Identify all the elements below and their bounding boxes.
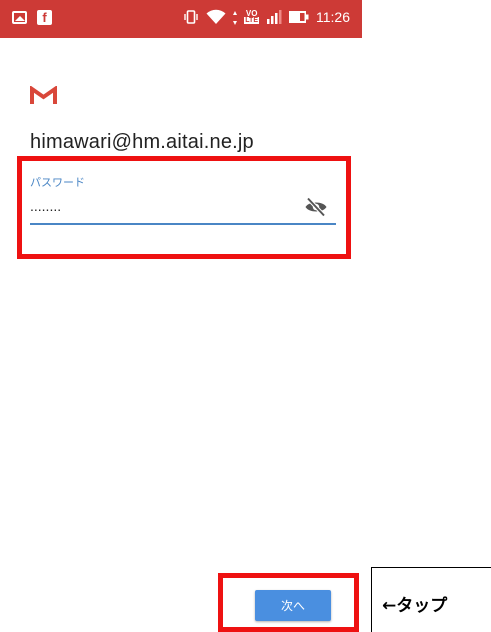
data-arrows-icon [233, 10, 238, 25]
status-bar: f VO LTE 11:26 [0, 0, 362, 38]
battery-icon [289, 11, 309, 23]
image-icon [12, 11, 27, 24]
phone-screen: f VO LTE 11:26 himawari@hm.aitai.ne.jp パ… [0, 0, 362, 632]
password-highlight-frame [17, 156, 351, 259]
vibrate-icon [184, 10, 198, 24]
next-button-highlight-frame [218, 573, 359, 632]
tap-instruction-label: ←タップ [382, 596, 448, 616]
status-left-icons: f [12, 10, 52, 25]
volte-bottom-label: LTE [244, 17, 259, 24]
gmail-icon [30, 86, 57, 104]
facebook-icon: f [37, 10, 52, 25]
wifi-icon [206, 9, 226, 24]
status-clock: 11:26 [316, 9, 350, 25]
signal-icon [267, 10, 282, 24]
account-email: himawari@hm.aitai.ne.jp [30, 131, 254, 153]
tap-instruction-callout: ←タップ [371, 567, 491, 632]
status-right-icons: VO LTE 11:26 [183, 9, 350, 25]
volte-icon: VO LTE [244, 10, 259, 24]
volte-top-label: VO [245, 9, 258, 18]
